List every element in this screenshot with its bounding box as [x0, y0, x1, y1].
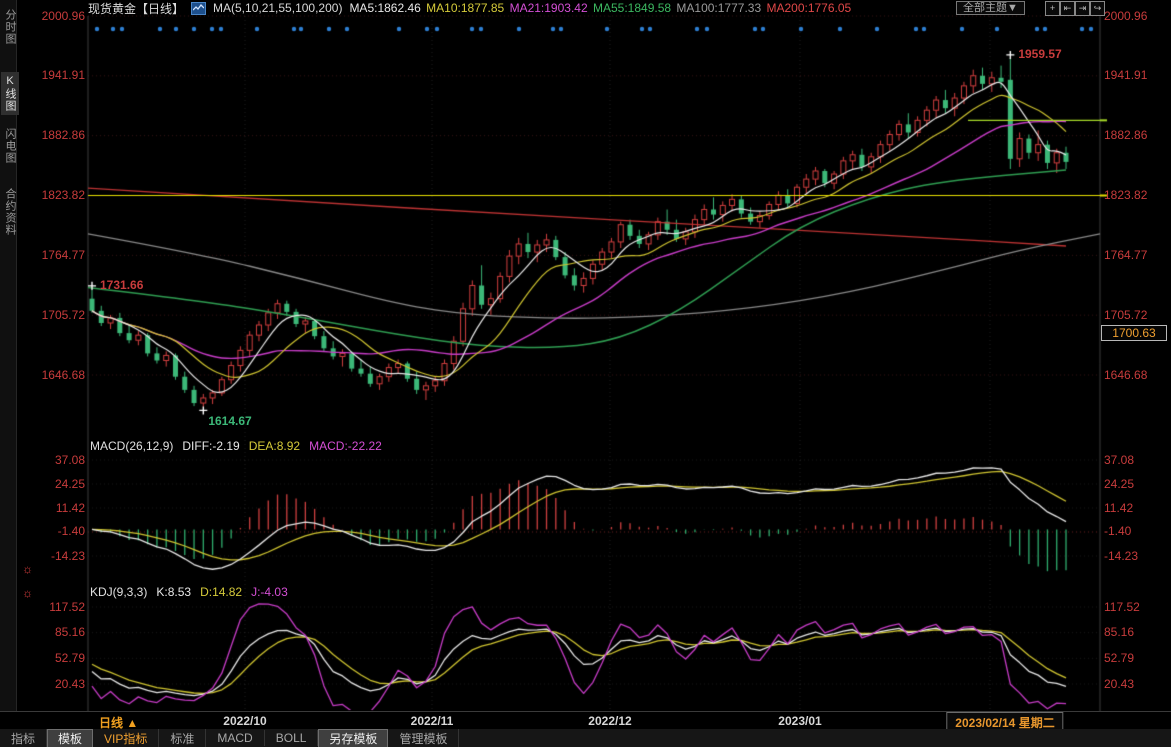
crosshair-icon[interactable]: + — [1045, 1, 1060, 16]
current-price-tag: 1700.63 — [1101, 325, 1167, 341]
kdj-k-value: K:8.53 — [156, 585, 191, 599]
ma-legend-value: MA21:1903.42 — [510, 1, 588, 15]
ma-legend-value: MA5:1862.46 — [349, 1, 420, 15]
macd-diff-value: DIFF:-2.19 — [182, 439, 239, 453]
trading-app-window: 分时图 K线图闪电图合约资料 现货黄金【日线】 MA(5,10,21,55,100… — [0, 0, 1171, 747]
ma-legend-value: MA100:1777.33 — [676, 1, 761, 15]
theme-dropdown-button[interactable]: 全部主题▼ — [956, 1, 1025, 15]
tab-2[interactable]: 模板 — [47, 729, 93, 747]
macd-title: MACD(26,12,9) — [90, 439, 173, 453]
ma-settings-label: MA(5,10,21,55,100,200) — [213, 1, 342, 15]
tab-4[interactable]: 标准 — [159, 729, 206, 747]
ma-legend-value: MA10:1877.85 — [426, 1, 504, 15]
macd-macd-value: MACD:-22.22 — [309, 439, 382, 453]
sidebar-item-3[interactable]: 闪电图 — [1, 125, 19, 167]
expand-x-icon[interactable]: ⇥ — [1075, 1, 1090, 16]
kdj-title: KDJ(9,3,3) — [90, 585, 147, 599]
kdj-j-value: J:-4.03 — [251, 585, 288, 599]
sidebar-item-4[interactable]: 合约资料 — [1, 185, 19, 239]
chart-header: 现货黄金【日线】 MA(5,10,21,55,100,200) MA5:1862… — [88, 0, 853, 16]
compress-x-icon[interactable]: ⇤ — [1060, 1, 1075, 16]
indicator-sun-icon[interactable]: ☼ — [22, 588, 33, 598]
sidebar-item-2[interactable]: K线图 — [1, 72, 19, 115]
kline-chart-icon — [191, 2, 206, 15]
tab-8[interactable]: 管理模板 — [388, 729, 459, 747]
tab-5[interactable]: MACD — [206, 730, 264, 746]
date-label: 2022/11 — [411, 714, 454, 728]
macd-dea-value: DEA:8.92 — [249, 439, 300, 453]
tab-1[interactable]: 指标 — [0, 729, 47, 747]
date-label: 2022/10 — [223, 714, 266, 728]
tab-6[interactable]: BOLL — [265, 730, 319, 746]
tab-3[interactable]: VIP指标 — [93, 729, 159, 747]
date-label: 2023/01 — [778, 714, 821, 728]
ma-legend-value: MA200:1776.05 — [766, 1, 851, 15]
shift-right-icon[interactable]: ↪ — [1090, 1, 1105, 16]
tab-7[interactable]: 另存模板 — [318, 729, 388, 747]
indicator-sun-icon[interactable]: ☼ — [22, 564, 33, 574]
ma-legend-value: MA55:1849.58 — [593, 1, 671, 15]
date-label: 2022/12 — [588, 714, 631, 728]
macd-header: MACD(26,12,9) DIFF:-2.19 DEA:8.92 MACD:-22.… — [90, 439, 391, 453]
instrument-title: 现货黄金【日线】 — [88, 0, 184, 17]
price-chart-canvas[interactable] — [0, 0, 1171, 711]
ma-legend: MA5:1862.46 MA10:1877.85 MA21:1903.42 MA… — [349, 1, 853, 15]
chart-type-sidebar: 分时图 K线图闪电图合约资料 — [0, 0, 17, 711]
kdj-header: KDJ(9,3,3) K:8.53 D:14.82 J:-4.03 — [90, 585, 297, 599]
sidebar-item-1[interactable]: 分时图 — [1, 6, 19, 48]
indicator-tab-bar: 指标模板VIP指标标准MACDBOLL另存模板管理模板 — [0, 729, 1171, 747]
kdj-d-value: D:14.82 — [200, 585, 242, 599]
